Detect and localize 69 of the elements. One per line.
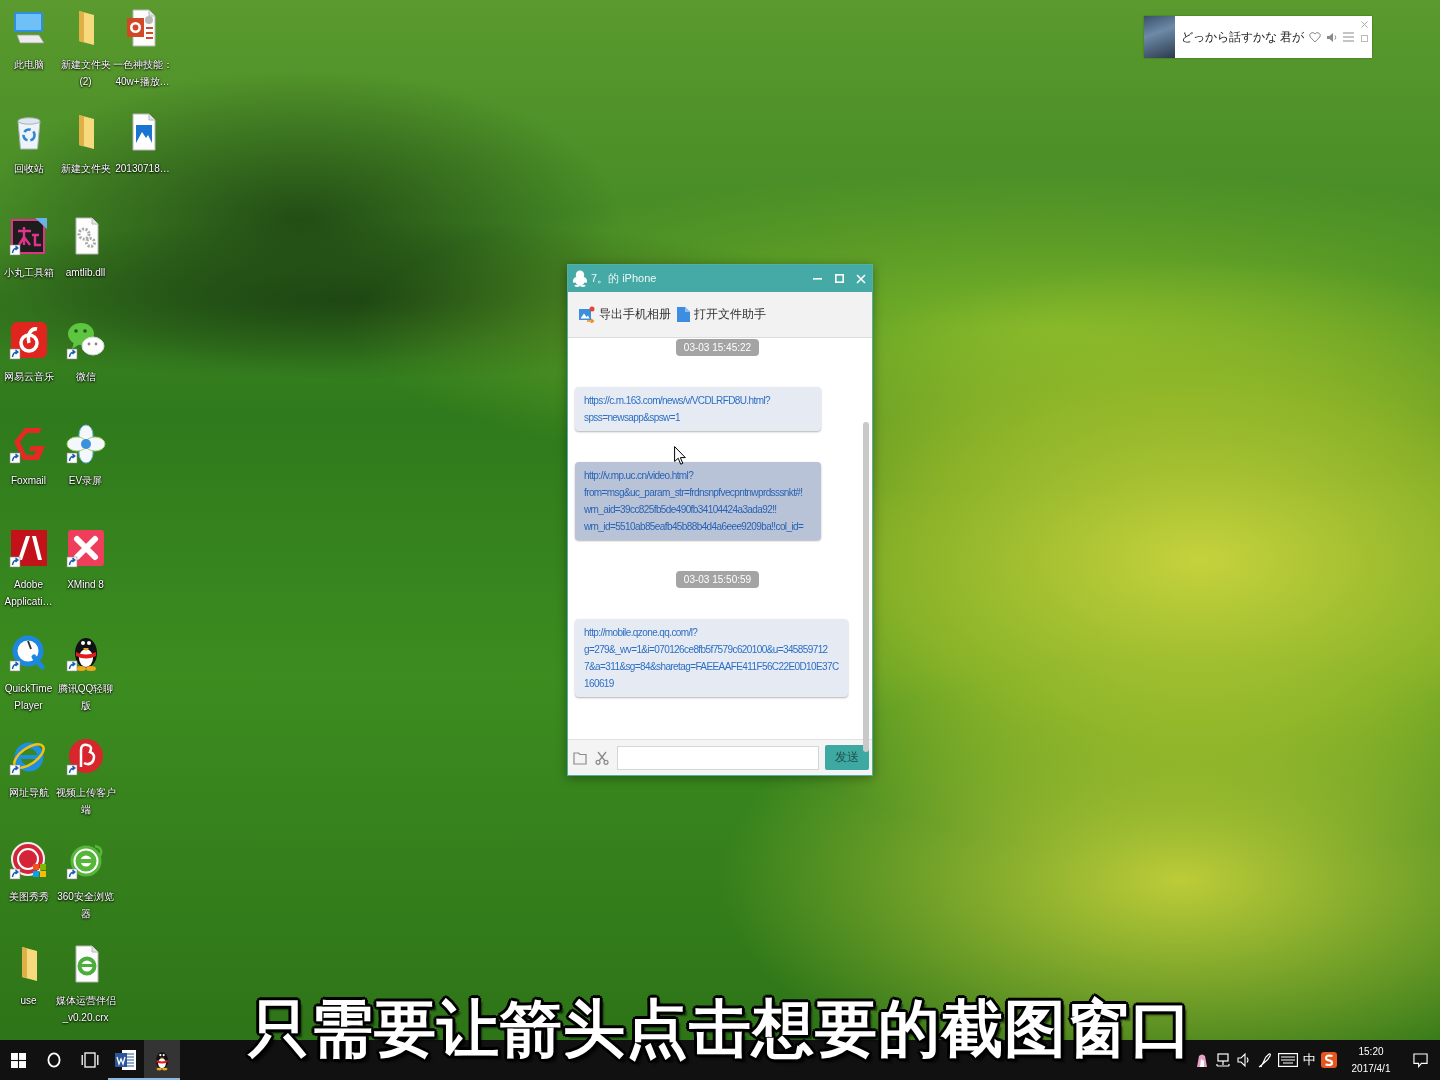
app-tray-icon[interactable] <box>1194 1052 1210 1068</box>
maximize-icon <box>834 274 844 283</box>
folder-button[interactable] <box>573 750 587 765</box>
icon-label: 回收站 <box>13 162 44 176</box>
icon-label: 网址导航 <box>8 786 49 800</box>
icon-label: 视频上传客户端 <box>54 786 117 817</box>
icon-label: XMind 8 <box>67 578 104 592</box>
icon-label: 新建文件夹 <box>60 162 111 176</box>
start-icon <box>10 1052 26 1068</box>
folder-icon <box>573 750 587 765</box>
icon-label: Adobe Applicati… <box>3 578 54 609</box>
network-icon[interactable] <box>1215 1052 1231 1068</box>
pen-icon[interactable] <box>1257 1052 1273 1068</box>
clock-date[interactable]: 2017/4/1 <box>1351 1060 1391 1077</box>
window-title: 7。的 iPhone <box>591 271 657 286</box>
ring-icon <box>47 1052 61 1068</box>
file-helper-button[interactable]: 打开文件助手 <box>676 304 767 325</box>
icon-label: 美图秀秀 <box>8 890 49 904</box>
icon-label: amtlib.dll <box>65 266 106 280</box>
badge-icon[interactable] <box>8 840 49 880</box>
document-tile-icon <box>115 1049 137 1071</box>
notification-icon <box>1412 1052 1428 1068</box>
stacked-windows-icon <box>81 1052 99 1068</box>
message-input[interactable] <box>617 745 819 770</box>
icon-label: 360安全浏览器 <box>56 890 115 921</box>
speaker-icon[interactable] <box>1236 1052 1252 1068</box>
cursor-icon <box>674 446 686 465</box>
photo-export-icon <box>578 306 595 323</box>
document-icon <box>677 307 690 322</box>
penguin-icon <box>573 270 587 287</box>
icon-label: 新建文件夹 (2) <box>59 58 112 89</box>
album-art-photo <box>1144 16 1175 58</box>
scissors-icon <box>595 750 609 765</box>
export-photos-button[interactable]: 导出手机相册 <box>577 304 672 325</box>
message-link[interactable]: https://c.m.163.com/news/v/VCDLRFD8U.html? spss=newsapp&spsw=1 <box>584 392 770 426</box>
icon-label: QuickTime Player <box>3 682 54 713</box>
icon-label: 小丸工具箱 <box>3 266 54 280</box>
icon-label: use <box>20 994 37 1008</box>
screenshot-button[interactable] <box>595 750 609 765</box>
icon-label: 腾讯QQ轻聊版 <box>56 682 115 713</box>
icon-label: Foxmail <box>11 474 46 488</box>
scrollbar-thumb[interactable] <box>863 422 869 752</box>
flower-icon[interactable] <box>65 424 106 464</box>
chat-bubbles-icon[interactable] <box>65 320 106 360</box>
timestamp: 03-03 15:45:22 <box>675 339 760 356</box>
icon-label: 媒体运营伴侣_v0.20.crx <box>54 994 117 1025</box>
input-method-indicator[interactable]: 中 <box>1303 1051 1316 1069</box>
cross-tile-icon[interactable] <box>65 528 106 568</box>
message-link[interactable]: http://mobile.qzone.qq.com/l? g=279&_wv=1&i=070126ce8fb5f7579c620100&u=345859712 7&a=311&sg=84&sharetag=FAEEAAFE411F56C22E0D10E37C 160619 <box>584 624 839 692</box>
swirl-tile-icon[interactable] <box>8 320 49 360</box>
clock-time[interactable]: 15:20 <box>1358 1043 1384 1060</box>
timestamp: 03-03 15:50:59 <box>675 571 760 588</box>
heart-icon[interactable] <box>1309 31 1322 43</box>
icon-label: 一色神技能：40w+播放… <box>111 58 174 89</box>
minimize-icon <box>812 277 822 280</box>
icon-label: EV录屏 <box>68 474 103 488</box>
icon-label: 网易云音乐 <box>3 370 54 384</box>
disc-icon[interactable] <box>65 736 106 776</box>
app-tile-icon[interactable] <box>8 216 49 256</box>
message-link[interactable]: http://v.mp.uc.cn/video.html? from=msg&uc_param_str=frdnsnpfvecpntnwprdsssnkt#! wm_aid=39cc825fb5de490fb34104424a3ada92!! wm_id=5510ab85eafb45b88b4d4a6eee9209ba!!col_id= <box>584 467 804 535</box>
taskbar-app-button[interactable] <box>144 1040 180 1080</box>
icon-label: 此电脑 <box>13 58 44 72</box>
lyrics-text: どっから話すかな 君が <box>1181 28 1305 46</box>
keyboard-icon[interactable] <box>1278 1053 1298 1067</box>
icon-label: 20130718… <box>115 162 170 176</box>
icon-label: 微信 <box>75 370 96 384</box>
close-icon <box>856 273 866 284</box>
logo-tile-icon[interactable] <box>8 528 49 568</box>
tile-icon[interactable] <box>1321 1052 1337 1068</box>
